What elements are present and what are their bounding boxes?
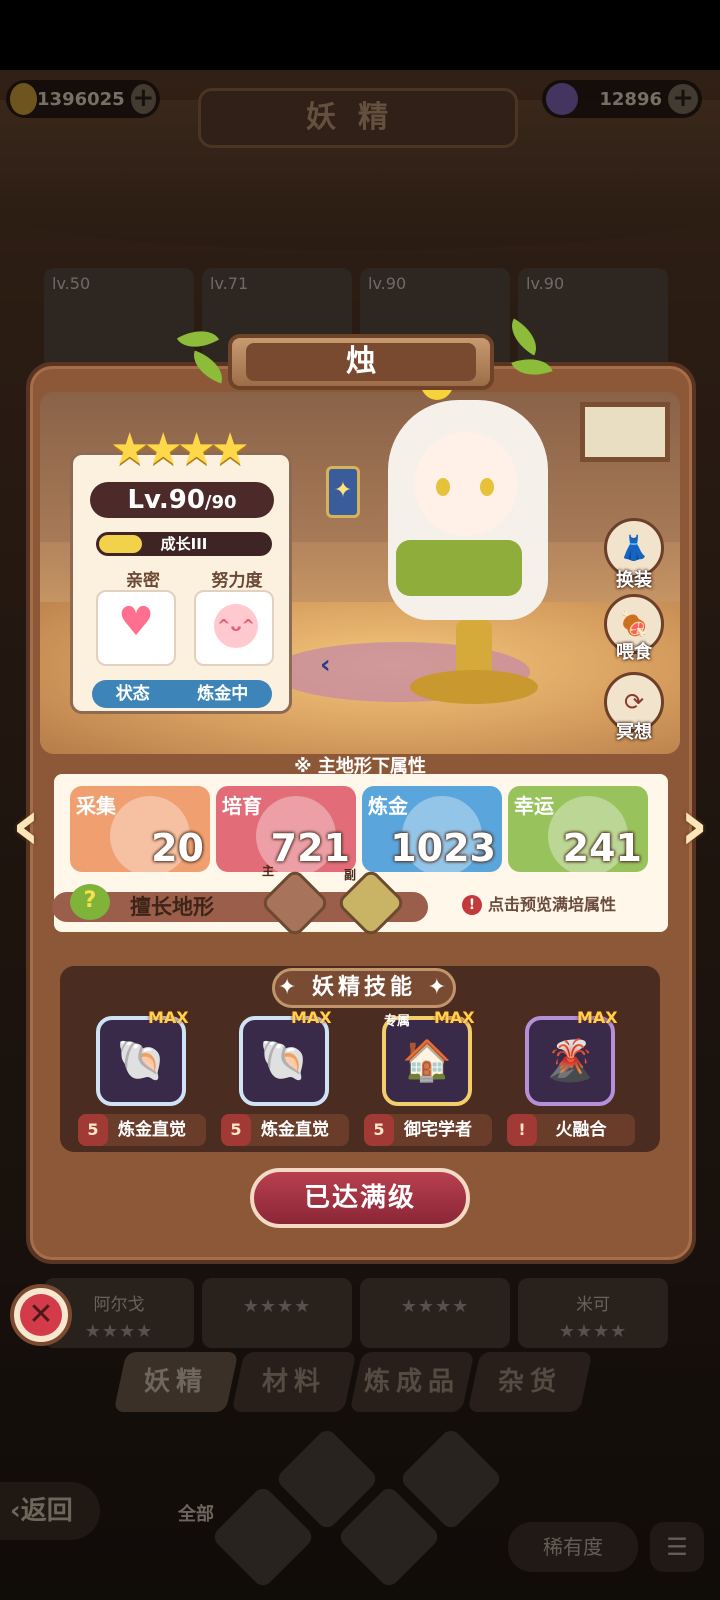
prev-fairy-arrow-icon[interactable]: ‹ [6,780,46,870]
skill-level-badge: 5 [221,1114,251,1146]
status-value: 炼金中 [197,684,249,704]
alert-icon: ! [462,895,482,915]
attr-value: 1023 [390,826,496,870]
status-label: 状态 [115,684,150,704]
fairy-cape [396,540,522,596]
fairy-eye [436,478,450,496]
attr-label: 培育 [222,794,262,818]
fairy-stars: ★★★★ [110,424,250,475]
skill-exclusive-tag: 专属 [384,1014,411,1029]
effort-label: 努力度 [211,571,263,591]
skill-card-icon[interactable]: ✦ [326,466,360,518]
lamp-base [410,670,538,704]
level-max: /90 [204,492,237,513]
skill-level-badge: 5 [364,1114,394,1146]
growth-label: 成长III [160,535,208,553]
collapse-arrow-icon[interactable]: ‹ [320,650,331,680]
attr-label: 幸运 [514,794,554,818]
close-icon: ✕ [20,1294,62,1336]
status-bar: 状态 炼金中 [92,680,272,708]
feed-label[interactable]: 喂食 [599,638,669,664]
fairy-name-banner: 烛 [228,334,494,390]
level-value: Lv.90 [127,485,205,515]
hint-text: 点击预览满培属性 [488,895,617,914]
attr-alchemy: 炼金 1023 [362,786,502,872]
skills-title-text: 妖精技能 [311,975,416,1000]
skill-max-badge: MAX [291,1008,332,1027]
skill-max-badge: MAX [148,1008,189,1027]
fairy-eye [480,478,494,496]
heart-icon: ♥ [118,599,154,645]
attr-luck: 幸运 241 [508,786,648,872]
level-plate: Lv.90/90 [90,482,274,518]
sprout-icon: ? [70,884,110,920]
window-decoration [580,402,670,462]
skill-max-badge: MAX [434,1008,475,1027]
growth-bar: 成长III [96,532,272,556]
main-terrain-tag: 主 [262,864,275,878]
preview-max-hint[interactable]: ! 点击预览满培属性 [462,890,616,920]
skill-slot[interactable]: 🐚 MAX 炼金直觉 5 [213,1008,349,1146]
meditate-label[interactable]: 冥想 [599,718,669,744]
intimacy-label: 亲密 [126,571,160,591]
attr-value: 20 [151,826,204,870]
attr-value: 721 [270,826,350,870]
skill-slot[interactable]: 🐚 MAX 炼金直觉 5 [70,1008,206,1146]
attr-label: 采集 [76,794,116,818]
attr-value: 241 [562,826,642,870]
skill-level-badge: ! [507,1114,537,1146]
terrain-label: 擅长地形 [130,895,214,919]
house-icon: 🏠 [402,1038,452,1084]
attr-gather: 采集 20 [70,786,210,872]
happy-face-icon: ^ᴗ^ [214,604,258,648]
skill-slot[interactable]: 🏠 专属 MAX 御宅学者 5 [356,1008,492,1146]
attr-label: 炼金 [368,794,408,818]
max-level-button[interactable]: 已达满级 [250,1168,470,1228]
volcano-icon: 🌋 [545,1038,595,1084]
shell-icon: 🐚 [259,1038,309,1084]
shell-icon: 🐚 [116,1038,166,1084]
close-button[interactable]: ✕ [10,1284,72,1346]
fairy-name: 烛 [246,343,476,381]
skill-max-badge: MAX [577,1008,618,1027]
dress-label[interactable]: 换装 [599,566,669,592]
fairy-face [414,432,518,536]
next-fairy-arrow-icon[interactable]: › [674,780,714,870]
skill-slot[interactable]: 🌋 MAX 火融合 ! [499,1008,635,1146]
sub-terrain-tag: 副 [344,868,357,882]
lamp-stem [456,620,492,676]
skills-title: ✦ 妖精技能 ✦ [272,968,456,1008]
attr-breed: 培育 721 [216,786,356,872]
skill-level-badge: 5 [78,1114,108,1146]
